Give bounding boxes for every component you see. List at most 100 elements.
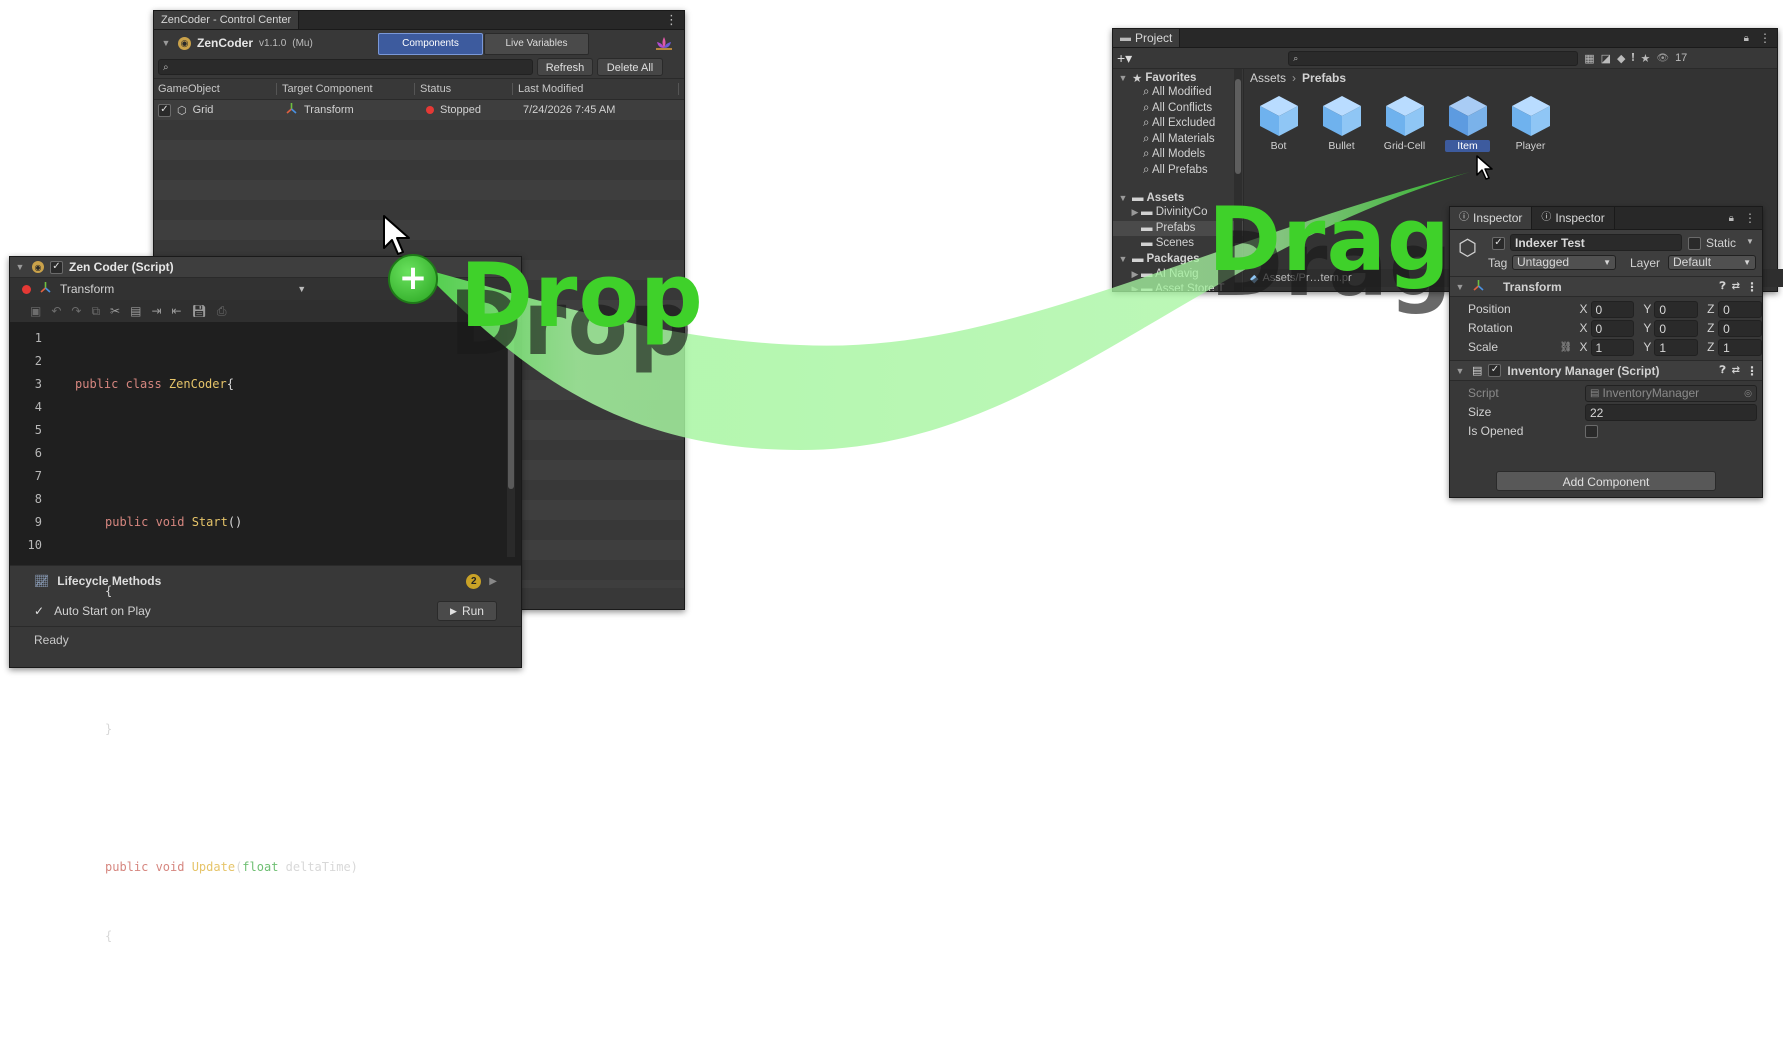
delete-all-button[interactable]: Delete All bbox=[597, 58, 663, 76]
is-opened-checkbox[interactable] bbox=[1585, 425, 1598, 438]
gameobject-cube-icon[interactable]: ⬡ bbox=[1458, 235, 1477, 261]
position-z-input[interactable]: 0 bbox=[1718, 301, 1762, 318]
gameobject-name-input[interactable]: Indexer Test bbox=[1510, 234, 1682, 251]
project-search-input[interactable]: ⌕ bbox=[1288, 50, 1579, 66]
scale-y-input[interactable]: 1 bbox=[1654, 339, 1699, 356]
add-component-button[interactable]: Add Component bbox=[1496, 471, 1716, 491]
foldout-arrow-icon[interactable]: ▼ bbox=[160, 38, 172, 48]
scale-x-input[interactable]: 1 bbox=[1590, 339, 1635, 356]
size-input[interactable]: 22 bbox=[1585, 404, 1757, 421]
code-line: { bbox=[75, 580, 358, 603]
row-enabled-checkbox[interactable]: ✓ bbox=[158, 103, 171, 117]
column-target-component[interactable]: Target Component bbox=[277, 83, 415, 95]
prefab-item-player[interactable]: Player bbox=[1508, 93, 1553, 152]
help-icon[interactable]: ❓︎ bbox=[1720, 281, 1726, 292]
prefab-item-bot[interactable]: Bot bbox=[1256, 93, 1301, 152]
table-row[interactable]: ✓ ⬡ Grid Transform Stopped 7/24/2026 7:4… bbox=[154, 100, 684, 120]
lock-icon[interactable]: 🔒︎ bbox=[1740, 33, 1753, 44]
play-arrow-icon[interactable]: ▶ bbox=[489, 576, 497, 587]
component-enabled-checkbox[interactable]: ✓ bbox=[1488, 364, 1502, 377]
column-gameobject[interactable]: GameObject bbox=[154, 83, 277, 95]
gameobject-active-checkbox[interactable]: ✓ bbox=[1492, 237, 1505, 250]
script-enabled-checkbox[interactable]: ✓ bbox=[50, 260, 63, 274]
preset-icon[interactable]: ⇄ bbox=[1732, 365, 1740, 376]
copy-icon[interactable]: ⧉ bbox=[91, 304, 100, 319]
inventory-manager-component-header[interactable]: ▼ ▤ ✓ Inventory Manager (Script) ❓︎ ⇄ ⋮ bbox=[1450, 360, 1762, 381]
preset-icon[interactable]: ⇄ bbox=[1732, 281, 1740, 292]
tag-icon[interactable]: ◆ bbox=[1617, 52, 1625, 65]
transform-component-header[interactable]: ▼ Transform ❓︎ ⇄ ⋮ bbox=[1450, 277, 1762, 297]
favorite-item[interactable]: ⌕ All Conflicts bbox=[1143, 101, 1243, 117]
foldout-arrow-icon[interactable]: ▼ bbox=[1454, 282, 1466, 292]
column-status[interactable]: Status bbox=[415, 83, 513, 95]
favorite-item[interactable]: ⌕ All Materials bbox=[1143, 132, 1243, 148]
foldout-arrow-icon[interactable]: ▼ bbox=[1117, 193, 1129, 203]
foldout-arrow-icon[interactable]: ▼ bbox=[1454, 366, 1466, 376]
code-editor[interactable]: 1 2 3 4 5 6 7 8 9 10 public class ZenCod… bbox=[10, 322, 521, 943]
column-last-modified[interactable]: Last Modified bbox=[513, 83, 679, 95]
position-x-input[interactable]: 0 bbox=[1590, 301, 1635, 318]
control-center-tab[interactable]: ZenCoder - Control Center bbox=[154, 11, 300, 29]
rotation-x-input[interactable]: 0 bbox=[1590, 320, 1635, 337]
favorites-header[interactable]: ▼ ★ Favorites bbox=[1113, 70, 1243, 85]
kebab-menu-icon[interactable]: ⋮ bbox=[1738, 211, 1762, 225]
run-button[interactable]: ▶ Run bbox=[437, 601, 497, 621]
prefab-item-bullet[interactable]: Bullet bbox=[1319, 93, 1364, 152]
paste-icon[interactable]: ▤ bbox=[130, 304, 141, 318]
help-icon[interactable]: ❓︎ bbox=[1720, 365, 1726, 376]
brace-token: } bbox=[105, 722, 113, 736]
rotation-z-input[interactable]: 0 bbox=[1718, 320, 1762, 337]
cut-icon[interactable]: ✂ bbox=[110, 304, 120, 318]
prefab-item-grid-cell[interactable]: Grid-Cell bbox=[1382, 93, 1427, 152]
breadcrumb-assets[interactable]: Assets bbox=[1250, 71, 1286, 85]
star-icon[interactable]: ★ bbox=[1640, 52, 1650, 65]
static-checkbox[interactable] bbox=[1688, 237, 1701, 250]
packages-label: Packages bbox=[1146, 253, 1200, 265]
kebab-menu-icon[interactable]: ⋮ bbox=[659, 12, 684, 28]
filter-type-icon[interactable]: ▦ bbox=[1584, 52, 1594, 65]
transform-title: Transform bbox=[1503, 279, 1562, 294]
rotation-y-input[interactable]: 0 bbox=[1654, 320, 1699, 337]
save-icon[interactable]: ▣ bbox=[30, 304, 41, 318]
lock-icon[interactable]: 🔒︎ bbox=[1725, 213, 1738, 224]
redo-icon[interactable]: ↷ bbox=[71, 304, 81, 318]
outdent-icon[interactable]: ⇤ bbox=[172, 304, 182, 318]
favorite-item[interactable]: ⌕ All Models bbox=[1143, 147, 1243, 163]
export-icon[interactable]: ⎙ bbox=[217, 304, 227, 319]
tab-components[interactable]: Components bbox=[378, 33, 483, 55]
foldout-arrow-icon[interactable]: ▼ bbox=[14, 262, 26, 272]
prefab-item-item[interactable]: Item bbox=[1445, 93, 1490, 152]
favorite-item[interactable]: ⌕ All Prefabs bbox=[1143, 163, 1243, 179]
layer-dropdown[interactable]: Default ▼ bbox=[1668, 255, 1756, 270]
foldout-arrow-icon[interactable]: ▼ bbox=[1117, 254, 1129, 264]
tag-dropdown[interactable]: Untagged ▼ bbox=[1512, 255, 1616, 270]
kebab-menu-icon[interactable]: ⋮ bbox=[1746, 364, 1758, 378]
favorite-item[interactable]: ⌕ All Excluded bbox=[1143, 116, 1243, 132]
constrain-proportions-icon[interactable]: ⛓︎ bbox=[1560, 338, 1580, 357]
target-component-dropdown[interactable]: Transform ▼ bbox=[10, 278, 521, 300]
warning-icon[interactable]: ❗︎ bbox=[1631, 52, 1634, 65]
project-tab[interactable]: ▬ Project bbox=[1113, 29, 1181, 47]
filter-label-icon[interactable]: ◪ bbox=[1601, 52, 1611, 65]
kebab-menu-icon[interactable]: ⋮ bbox=[1753, 31, 1777, 45]
inspector-tab-secondary[interactable]: ⓘ Inspector bbox=[1532, 207, 1615, 229]
position-y-input[interactable]: 0 bbox=[1654, 301, 1699, 318]
inspector-tab-active[interactable]: ⓘ Inspector bbox=[1450, 207, 1533, 229]
search-input[interactable]: ⌕ bbox=[158, 59, 533, 75]
auto-start-checkbox[interactable]: ✓ bbox=[34, 604, 44, 618]
tab-live-variables[interactable]: Live Variables bbox=[484, 33, 589, 55]
refresh-button[interactable]: Refresh bbox=[537, 58, 593, 76]
scale-z-input[interactable]: 1 bbox=[1718, 339, 1762, 356]
add-asset-button[interactable]: +▾ bbox=[1117, 50, 1132, 67]
breadcrumb-prefabs[interactable]: Prefabs bbox=[1302, 71, 1346, 85]
indent-icon[interactable]: ⇥ bbox=[151, 304, 161, 318]
undo-icon[interactable]: ↶ bbox=[51, 304, 61, 318]
eye-icon[interactable]: 👁︎ bbox=[1656, 53, 1669, 64]
favorite-item[interactable]: ⌕ All Modified bbox=[1143, 85, 1243, 101]
folder-icon: ▬ bbox=[1141, 206, 1156, 218]
rotation-row: Rotation X0 Y0 Z0 bbox=[1468, 319, 1762, 338]
disk-icon[interactable]: 💾︎ bbox=[192, 304, 207, 318]
chevron-down-icon[interactable]: ▼ bbox=[1746, 237, 1754, 246]
foldout-arrow-icon[interactable]: ▼ bbox=[1117, 73, 1129, 83]
kebab-menu-icon[interactable]: ⋮ bbox=[1746, 280, 1758, 294]
